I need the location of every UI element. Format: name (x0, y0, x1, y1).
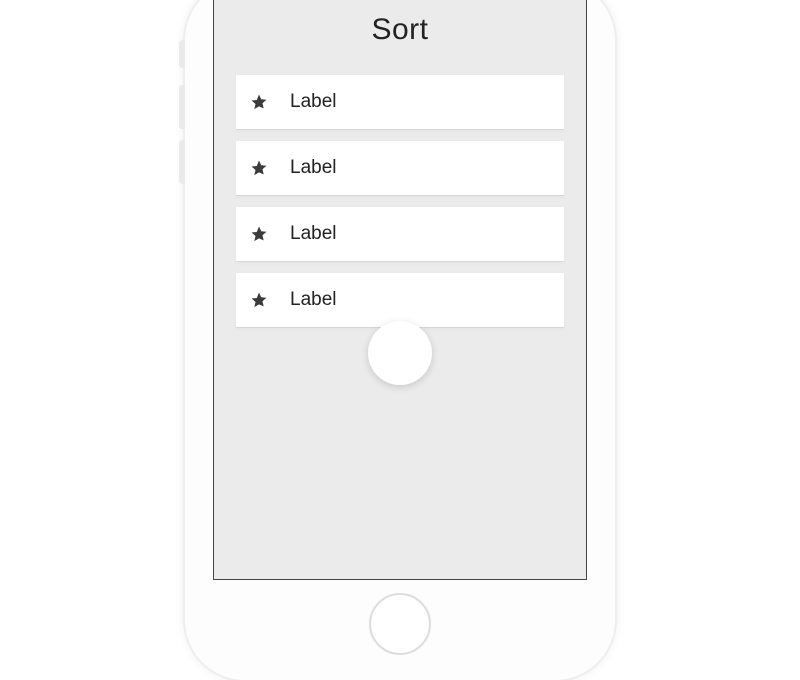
volume-up-button (179, 85, 185, 129)
touch-indicator (368, 321, 432, 385)
page-title: Sort (214, 0, 586, 75)
screen: Sort Label Label Label (213, 0, 587, 580)
list-item-label: Label (290, 157, 337, 179)
mute-switch (179, 40, 185, 68)
list-item[interactable]: Label (236, 75, 564, 129)
star-icon (250, 159, 268, 177)
sort-list: Label Label Label Label (214, 75, 586, 327)
list-item[interactable]: Label (236, 207, 564, 261)
star-icon (250, 291, 268, 309)
list-item-label: Label (290, 289, 337, 311)
list-item[interactable]: Label (236, 273, 564, 327)
list-item-label: Label (290, 91, 337, 113)
star-icon (250, 93, 268, 111)
list-item-label: Label (290, 223, 337, 245)
star-icon (250, 225, 268, 243)
phone-frame: Sort Label Label Label (185, 0, 615, 680)
volume-down-button (179, 140, 185, 184)
list-item[interactable]: Label (236, 141, 564, 195)
home-button[interactable] (369, 593, 431, 655)
